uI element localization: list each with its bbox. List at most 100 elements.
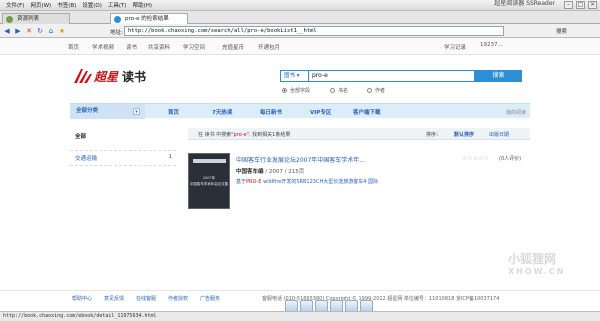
all-categories-button[interactable]: 全部分类 ▾ [70, 104, 145, 119]
menu-bookmarks[interactable]: 书签(B) [57, 1, 76, 9]
back-icon[interactable]: ◀ [3, 27, 11, 35]
option-label: 全部字段 [290, 88, 311, 94]
results-suffix: , 找到相关1条结果 [248, 132, 291, 138]
category-item-count: 1 [168, 154, 173, 160]
result-meta: 中国客车编 / 2007 / 215页 [236, 167, 304, 175]
category-bar: 全部分类 ▾ 首页 7天热读 每日新书 VIP专区 客户端下载 我的阅读 [70, 103, 530, 119]
footer-online-service[interactable]: 在线客服 [136, 295, 156, 302]
my-reading-link[interactable]: 我的阅读 [506, 109, 526, 116]
option-label: 作者 [375, 88, 386, 94]
address-label: 地址: [110, 30, 123, 36]
menu-web[interactable]: 网页(W) [30, 1, 51, 9]
option-title[interactable]: 书名 [330, 87, 348, 94]
logo-icon [72, 67, 92, 85]
close-icon[interactable]: × [588, 1, 597, 9]
nav-monthly[interactable]: 开通包月 [258, 43, 280, 51]
menu-bar: 文件(F) 网页(W) 书签(B) 设置(O) 工具(T) 帮助(H) 超星阅读… [0, 0, 600, 11]
sort-default[interactable]: 默认排序 [454, 131, 474, 138]
site-nav: 首页 学术视频 读书 共享资料 学习空间 充值星币 开通包月 学习记录 1923… [0, 38, 600, 55]
tab-resource-list[interactable]: 资源列表 [2, 13, 70, 24]
sort-label: 排序： [426, 132, 442, 138]
tab-label: 资源列表 [17, 16, 40, 22]
refresh-icon[interactable]: ↻ [36, 27, 44, 35]
cat-client-download[interactable]: 客户端下载 [353, 108, 381, 116]
results-query: "pro-e" [231, 132, 249, 138]
cat-home[interactable]: 首页 [168, 108, 179, 116]
address-input[interactable]: http://book.chaoxing.com/search/all/pro-… [124, 26, 504, 36]
category-item-label: 交通运输 [75, 156, 98, 162]
site-logo[interactable]: 超星 读书 [72, 65, 146, 87]
search-type-select[interactable]: 图书 ▾ [280, 70, 308, 82]
menu-tools[interactable]: 工具(T) [108, 1, 127, 9]
nav-shared-docs[interactable]: 共享资料 [148, 43, 170, 51]
option-all-fields[interactable]: 全部字段 [282, 87, 310, 94]
category-panel: 全部 交通运输 1 [70, 128, 176, 166]
watermark: 小狐狸网 XHOW.CN [508, 250, 565, 276]
snippet-rest: wildfire开发的SRB123CH大型长途旅游客车4 国际 [261, 179, 378, 185]
radio-icon [282, 88, 287, 93]
results-header: 在 读书 中搜索"pro-e", 找到相关1条结果 排序： 默认排序 出版日期 [188, 128, 530, 140]
page-icon [6, 16, 13, 23]
footer-ads[interactable]: 广告服务 [200, 295, 220, 302]
nav-study-record[interactable]: 学习记录 [444, 43, 466, 51]
footer-author-auth[interactable]: 作者授权 [168, 295, 188, 302]
tab-search-results[interactable]: pro-e 的检索结果 [110, 13, 188, 24]
nav-study-space[interactable]: 学习空间 [183, 43, 205, 51]
nav-video[interactable]: 学术视频 [92, 43, 114, 51]
menu-file[interactable]: 文件(F) [6, 1, 24, 9]
watermark-text: 小狐狸网 [508, 252, 557, 266]
cover-title-line2: 中国客车学术年会论文集 [189, 182, 229, 186]
cover-band [193, 159, 226, 163]
radio-icon [367, 88, 372, 93]
category-panel-title: 全部 [75, 134, 87, 140]
footer-feedback[interactable]: 意见反馈 [104, 295, 124, 302]
star-icon[interactable]: ★ [58, 27, 66, 35]
category-item-transport[interactable]: 交通运输 1 [70, 150, 176, 166]
menu-settings[interactable]: 设置(O) [82, 1, 102, 9]
sort-date[interactable]: 出版日期 [489, 131, 509, 138]
cat-hot-7days[interactable]: 7天热读 [212, 108, 232, 116]
cover-title-line1: 2007年 [202, 176, 216, 180]
results-summary: 在 读书 中搜索"pro-e", 找到相关1条结果 [198, 131, 290, 138]
result-year-pages: / 2007 / 215页 [263, 169, 305, 175]
radio-icon [330, 88, 335, 93]
cat-daily-new[interactable]: 每日新书 [260, 108, 282, 116]
option-author[interactable]: 作者 [367, 87, 385, 94]
tab-label: pro-e 的检索结果 [125, 16, 169, 22]
results-prefix: 在 读书 中搜索 [198, 132, 232, 138]
user-name[interactable]: 19237... [480, 42, 503, 48]
tab-bar: 资源列表 pro-e 的检索结果 [0, 11, 600, 24]
result-snippet: 基于PRO-E wildfire开发的SRB123CH大型长途旅游客车4 国际 [236, 178, 378, 185]
cat-vip[interactable]: VIP专区 [310, 108, 331, 116]
logo-brand: 超星 [94, 69, 119, 84]
minimize-icon[interactable]: – [564, 1, 573, 9]
nav-recharge[interactable]: 充值星币 [222, 43, 244, 51]
search-type-label: 图书 [284, 73, 296, 79]
forward-icon[interactable]: ▶ [14, 27, 22, 35]
maximize-icon[interactable]: □ [576, 1, 585, 9]
globe-icon [114, 16, 121, 23]
footer: 帮助中心 意见反馈 在线客服 作者授权 广告服务 客服电话 (010-51665… [0, 290, 600, 302]
window-controls: 超星阅读器 SSReader – □ × [494, 1, 600, 9]
watermark-sub: XHOW.CN [508, 267, 566, 276]
window-title: 超星阅读器 SSReader [494, 0, 555, 7]
stop-icon[interactable]: ✕ [25, 27, 33, 35]
search-toolbar-button[interactable]: 搜索 [556, 27, 567, 35]
search-button[interactable]: 搜索 [475, 70, 522, 82]
result-author[interactable]: 中国客车编 [236, 169, 264, 175]
address-bar: ◀ ▶ ✕ ↻ ⌂ ★ 地址: http://book.chaoxing.com… [0, 24, 600, 38]
review-count[interactable]: (0人评价) [499, 155, 521, 162]
chevron-down-icon[interactable]: ▾ [133, 108, 140, 115]
snippet-highlight: PRO-E [246, 179, 262, 185]
logo-product: 读书 [122, 69, 147, 84]
menu-help[interactable]: 帮助(H) [133, 1, 152, 9]
home-icon[interactable]: ⌂ [47, 27, 55, 35]
search-input[interactable]: pro-e [308, 70, 475, 82]
nav-reading[interactable]: 读书 [126, 43, 137, 51]
nav-home[interactable]: 首页 [68, 43, 79, 51]
book-cover[interactable]: 2007年 中国客车学术年会论文集 [188, 153, 230, 209]
footer-help[interactable]: 帮助中心 [72, 295, 92, 302]
all-categories-label: 全部分类 [76, 108, 99, 114]
result-title[interactable]: 中国客车行业发展论坛2007年中国客车学术年... [236, 155, 365, 164]
status-bar: http://book.chaoxing.com/ebook/detail_11… [0, 311, 600, 321]
